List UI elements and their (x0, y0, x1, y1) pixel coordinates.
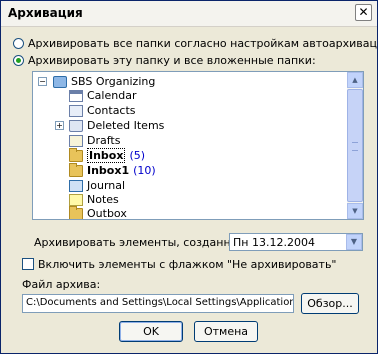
tree-item-inbox1[interactable]: Inbox1 (10) (69, 162, 156, 178)
dialog-title: Архивация (8, 6, 83, 20)
deleted-items-icon (69, 119, 83, 132)
title-bar: Архивация ✕ (1, 1, 377, 27)
tree-scrollbar[interactable]: ▲ ▼ (347, 72, 363, 219)
tree-root[interactable]: SBS Organizing (53, 74, 155, 89)
notes-icon (69, 193, 83, 206)
tree-item-label: Inbox (87, 148, 126, 163)
tree-item-label: Deleted Items (87, 119, 165, 132)
folder-icon (69, 162, 83, 177)
unread-count: (5) (129, 149, 146, 162)
tree-item-label: Calendar (87, 89, 137, 102)
tree-item-label: Outbox (87, 207, 127, 220)
tree-item-inbox[interactable]: Inbox (5) (69, 147, 146, 163)
contacts-icon (69, 104, 83, 117)
tree-item-outbox[interactable]: Outbox (69, 205, 127, 220)
journal-icon (69, 179, 83, 192)
tree-root-label: SBS Organizing (71, 75, 156, 88)
calendar-icon (69, 89, 83, 102)
tree-item-label: Notes (87, 193, 119, 206)
archive-all-radio[interactable] (13, 37, 24, 49)
archive-all-label: Архивировать все папки согласно настройк… (28, 36, 378, 50)
scroll-down-icon: ▼ (352, 207, 358, 215)
tree-item-deleted-items[interactable]: Deleted Items (69, 118, 164, 133)
folder-tree-content: − SBS Organizing Calendar Contacts + Del… (33, 72, 347, 219)
expand-deleted-items-icon[interactable]: + (55, 121, 64, 130)
archive-all-option[interactable]: Архивировать все папки согласно настройк… (13, 35, 378, 51)
archive-dialog: Архивация ✕ Архивировать все папки согла… (0, 0, 378, 354)
scroll-up-icon: ▲ (352, 76, 358, 84)
scroll-down-button[interactable]: ▼ (347, 203, 363, 219)
tree-item-journal[interactable]: Journal (69, 178, 125, 193)
cancel-button[interactable]: Отмена (194, 321, 258, 342)
ok-button[interactable]: OK (119, 321, 183, 342)
tree-item-contacts[interactable]: Contacts (69, 103, 136, 118)
close-icon: ✕ (358, 5, 369, 19)
folder-icon (69, 205, 83, 219)
collapse-root-icon[interactable]: − (38, 77, 47, 86)
folder-tree[interactable]: − SBS Organizing Calendar Contacts + Del… (32, 71, 364, 220)
include-no-archive-label: Включить элементы с флажком "Не архивиро… (38, 258, 337, 271)
archive-file-path-input[interactable]: C:\Documents and Settings\Local Settings… (22, 294, 294, 313)
tree-item-drafts[interactable]: Drafts (69, 133, 120, 148)
older-than-value: Пн 13.12.2004 (233, 236, 315, 249)
pst-file-icon (53, 75, 67, 88)
chevron-down-icon: ▼ (350, 237, 358, 246)
tree-item-label: Drafts (87, 134, 121, 147)
tree-item-label: Contacts (87, 104, 136, 117)
scroll-thumb[interactable] (347, 89, 363, 202)
folder-icon (69, 147, 83, 162)
archive-this-label: Архивировать эту папку и все вложенные п… (28, 53, 316, 67)
older-than-date-picker[interactable]: Пн 13.12.2004 ▼ (229, 233, 363, 251)
archive-this-radio[interactable] (13, 54, 24, 66)
scroll-up-button[interactable]: ▲ (347, 72, 363, 88)
close-button[interactable]: ✕ (355, 4, 372, 21)
date-dropdown-button[interactable]: ▼ (346, 234, 362, 250)
include-no-archive-checkbox[interactable] (22, 258, 34, 270)
archive-file-label: Файл архива: (22, 278, 101, 291)
tree-item-calendar[interactable]: Calendar (69, 88, 136, 103)
archive-this-option[interactable]: Архивировать эту папку и все вложенные п… (13, 52, 316, 68)
browse-button[interactable]: Обзор... (301, 293, 359, 314)
tree-item-label: Journal (87, 179, 126, 192)
drafts-icon (69, 134, 83, 147)
unread-count: (10) (133, 164, 156, 177)
tree-item-label: Inbox1 (87, 164, 130, 177)
